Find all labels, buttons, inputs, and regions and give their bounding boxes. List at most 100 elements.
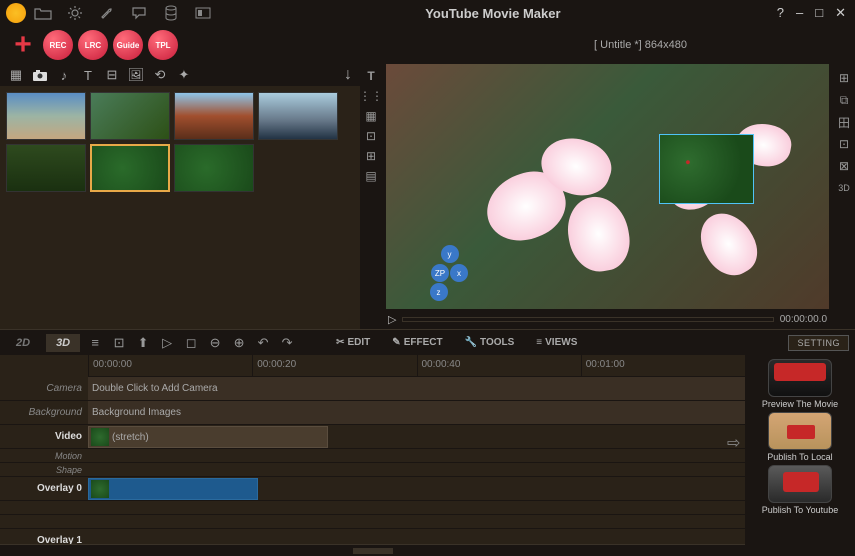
track-ov0-sub1[interactable] bbox=[0, 501, 745, 515]
tab-video-icon[interactable]: ▦ bbox=[8, 67, 24, 83]
tool-c-icon[interactable]: ⊞ bbox=[363, 148, 379, 164]
rec-button[interactable]: REC bbox=[43, 30, 73, 60]
guide-button[interactable]: Guide bbox=[113, 30, 143, 60]
tl-zoomin-icon[interactable]: ⊕ bbox=[230, 334, 248, 352]
tool-b-icon[interactable]: ⊡ bbox=[363, 128, 379, 144]
tl-up-icon[interactable]: ⬆ bbox=[134, 334, 152, 352]
thumb-7[interactable] bbox=[174, 144, 254, 192]
wrench-icon[interactable] bbox=[98, 4, 116, 22]
tl-zoomout-icon[interactable]: ⊖ bbox=[206, 334, 224, 352]
zp-orb[interactable]: ZP bbox=[431, 264, 449, 282]
z-axis-orb[interactable]: z bbox=[430, 283, 448, 301]
rtool-b-icon[interactable]: ⧉ bbox=[836, 92, 852, 108]
track-overlay0-content[interactable] bbox=[88, 477, 745, 500]
thumb-5[interactable] bbox=[6, 144, 86, 192]
dropdown-arrow-icon[interactable]: ↓ bbox=[344, 66, 352, 84]
tab-text-icon[interactable]: T bbox=[80, 67, 96, 83]
wrench-small-icon: 🔧 bbox=[465, 337, 477, 348]
track-motion-content[interactable] bbox=[88, 449, 745, 462]
text-tool-icon[interactable]: T bbox=[363, 68, 379, 84]
chat-icon[interactable] bbox=[130, 4, 148, 22]
thumb-4[interactable] bbox=[258, 92, 338, 140]
preview-movie-button[interactable]: Preview The Movie bbox=[757, 359, 843, 409]
track-motion[interactable]: Motion bbox=[0, 449, 745, 463]
preview-canvas[interactable]: y ZP x z bbox=[386, 64, 829, 309]
play-button[interactable]: ▷ bbox=[388, 313, 396, 326]
thumb-3[interactable] bbox=[174, 92, 254, 140]
track-background[interactable]: Background Background Images bbox=[0, 401, 745, 425]
rtool-a-icon[interactable]: ⊞ bbox=[836, 70, 852, 86]
close-button[interactable]: ✕ bbox=[832, 5, 849, 21]
tool-d-icon[interactable]: ▤ bbox=[363, 168, 379, 184]
timeline-ruler[interactable]: 00:00:00 00:00:20 00:00:40 00:01:00 bbox=[88, 355, 745, 377]
tab-subtitle-icon[interactable]: ⊟ bbox=[104, 67, 120, 83]
tab-music-icon[interactable]: ♪ bbox=[56, 67, 72, 83]
tl-menu-icon[interactable]: ≡ bbox=[86, 334, 104, 352]
setting-button[interactable]: SETTING bbox=[788, 335, 849, 351]
titlebar: YouTube Movie Maker ? – □ ✕ bbox=[0, 0, 855, 26]
track-overlay1-content[interactable] bbox=[88, 529, 745, 544]
track-ov0-sub2[interactable] bbox=[0, 515, 745, 529]
video-clip[interactable]: (stretch) bbox=[88, 426, 328, 448]
tab-puzzle-icon[interactable]: ✦ bbox=[176, 67, 192, 83]
overlay-clip[interactable] bbox=[88, 478, 258, 500]
arrow-right-icon[interactable]: ⇨ bbox=[727, 433, 740, 453]
help-button[interactable]: ? bbox=[774, 5, 787, 21]
track-overlay0[interactable]: Overlay 0 bbox=[0, 477, 745, 501]
seek-bar[interactable] bbox=[402, 317, 773, 322]
publish-local-button[interactable]: Publish To Local bbox=[757, 412, 843, 462]
tl-undo-icon[interactable]: ↶ bbox=[254, 334, 272, 352]
track-overlay1[interactable]: Overlay 1 bbox=[0, 529, 745, 544]
rtool-d-icon[interactable]: ⊡ bbox=[836, 136, 852, 152]
tab-camera-icon[interactable] bbox=[32, 67, 48, 83]
thumb-6-selected[interactable] bbox=[90, 144, 170, 192]
track-shape-content[interactable] bbox=[88, 463, 745, 476]
3d-handle[interactable]: y ZP x z bbox=[431, 245, 468, 301]
list-icon: ≡ bbox=[536, 337, 542, 348]
thumb-2[interactable] bbox=[90, 92, 170, 140]
maximize-button[interactable]: □ bbox=[812, 5, 826, 21]
ruler-1: 00:00:20 bbox=[252, 355, 416, 376]
tab-views[interactable]: ≡VIEWS bbox=[530, 334, 583, 351]
track-camera-content[interactable]: Double Click to Add Camera bbox=[88, 377, 745, 400]
track-video-content[interactable]: (stretch) bbox=[88, 425, 745, 448]
ruler-2: 00:00:40 bbox=[417, 355, 581, 376]
tpl-button[interactable]: TPL bbox=[148, 30, 178, 60]
gear-icon[interactable] bbox=[66, 4, 84, 22]
folder-icon[interactable] bbox=[34, 4, 52, 22]
publish-youtube-button[interactable]: Publish To Youtube bbox=[757, 465, 843, 515]
module-icon[interactable] bbox=[194, 4, 212, 22]
tab-image-icon[interactable]: 🖼 bbox=[128, 67, 144, 83]
ruler-0: 00:00:00 bbox=[88, 355, 252, 376]
tab-3d[interactable]: 3D bbox=[46, 334, 80, 352]
add-button[interactable]: + bbox=[8, 30, 38, 60]
track-background-content[interactable]: Background Images bbox=[88, 401, 745, 424]
tab-2d[interactable]: 2D bbox=[6, 334, 40, 352]
tl-redo-icon[interactable]: ↷ bbox=[278, 334, 296, 352]
rtool-e-icon[interactable]: ⊠ bbox=[836, 158, 852, 174]
tab-edit[interactable]: ✂EDIT bbox=[330, 334, 376, 351]
rtool-c-icon[interactable]: 田 bbox=[836, 114, 852, 130]
tab-fx-icon[interactable]: ⟲ bbox=[152, 67, 168, 83]
x-axis-orb[interactable]: x bbox=[450, 264, 468, 282]
timeline-scrollbar[interactable] bbox=[0, 544, 745, 556]
app-title: YouTube Movie Maker bbox=[212, 6, 774, 21]
preview-left-tools: T ⋮⋮ ▦ ⊡ ⊞ ▤ bbox=[360, 64, 382, 329]
minimize-button[interactable]: – bbox=[793, 5, 806, 21]
y-axis-orb[interactable]: y bbox=[441, 245, 459, 263]
lrc-button[interactable]: LRC bbox=[78, 30, 108, 60]
tab-tools[interactable]: 🔧TOOLS bbox=[459, 334, 521, 351]
rtool-3d-icon[interactable]: 3D bbox=[836, 180, 852, 196]
tl-stop-icon[interactable]: ◻ bbox=[182, 334, 200, 352]
tl-play-icon[interactable]: ▷ bbox=[158, 334, 176, 352]
track-video[interactable]: Video (stretch) bbox=[0, 425, 745, 449]
grip-icon[interactable]: ⋮⋮ bbox=[363, 88, 379, 104]
tl-cam-icon[interactable]: ⊡ bbox=[110, 334, 128, 352]
thumb-1[interactable] bbox=[6, 92, 86, 140]
track-camera[interactable]: Camera Double Click to Add Camera bbox=[0, 377, 745, 401]
tool-a-icon[interactable]: ▦ bbox=[363, 108, 379, 124]
overlay-pip[interactable] bbox=[659, 134, 754, 204]
track-shape[interactable]: Shape bbox=[0, 463, 745, 477]
database-icon[interactable] bbox=[162, 4, 180, 22]
tab-effect[interactable]: ✎EFFECT bbox=[386, 334, 448, 351]
